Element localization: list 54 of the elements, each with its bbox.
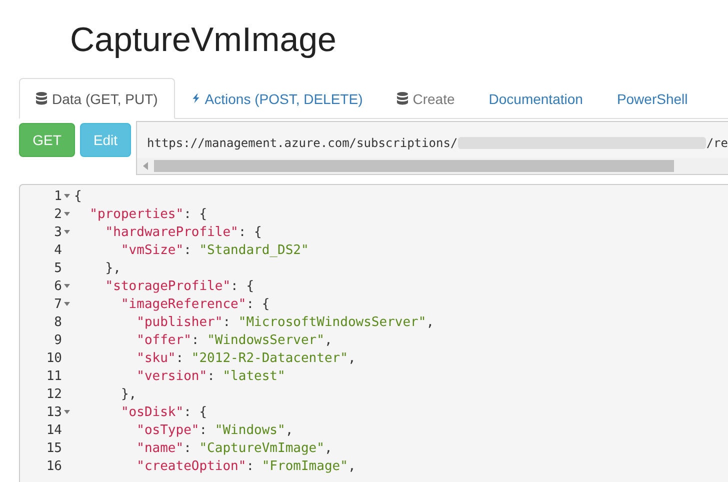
database-icon [396, 92, 408, 105]
code-line: "createOption": "FromImage", [136, 458, 356, 474]
database-icon [36, 92, 47, 105]
line-number: 9 [54, 332, 62, 348]
fold-caret-icon[interactable] [64, 284, 70, 288]
line-number: 7 [54, 296, 62, 312]
fold-caret-icon[interactable] [64, 194, 70, 198]
code-line: "vmSize": "Standard_DS2" [120, 242, 309, 258]
line-number: 5 [54, 260, 62, 276]
code-line: "osDisk": { [120, 404, 208, 420]
code-line: "osType": "Windows", [136, 422, 294, 438]
code-line: }, [120, 386, 137, 402]
code-line: "storageProfile": { [104, 278, 254, 294]
code-editor[interactable] [19, 184, 728, 482]
url-field[interactable]: https://management.azure.com/subscriptions/ /re [136, 121, 728, 175]
code-line: }, [104, 260, 121, 276]
line-number: 11 [46, 368, 62, 384]
line-number: 12 [46, 386, 62, 402]
link-tab[interactable]: PowerShell [600, 78, 705, 119]
horizontal-scrollbar[interactable] [137, 158, 728, 174]
code-line: "imageReference": { [120, 296, 270, 312]
code-line: "sku": "2012-R2-Datacenter", [136, 350, 356, 366]
line-number: 4 [54, 242, 62, 258]
line-number: 2 [54, 206, 62, 222]
url-text: https://management.azure.com/subscriptions/ [147, 136, 458, 150]
code-line: { [73, 188, 82, 204]
lightning-bolt-icon [192, 92, 200, 105]
line-number: 3 [54, 224, 62, 240]
fold-caret-icon[interactable] [64, 410, 70, 414]
code-line: "publisher": "MicrosoftWindowsServer", [136, 314, 434, 330]
line-number: 10 [46, 350, 62, 366]
get-button[interactable]: GET [19, 123, 75, 157]
code-line: "offer": "WindowsServer", [136, 332, 332, 348]
code-line: "hardwareProfile": { [104, 224, 262, 240]
line-number: 14 [46, 422, 62, 438]
line-number: 8 [54, 314, 62, 330]
fold-caret-icon[interactable] [64, 230, 70, 234]
line-number: 16 [46, 458, 62, 474]
scrollbar-thumb[interactable] [154, 160, 674, 172]
code-line: "properties": { [88, 206, 208, 222]
page-title: CaptureVmImage [69, 20, 338, 61]
tab[interactable]: Actions (POST, DELETE) [174, 78, 380, 119]
code-line: "version": "latest" [136, 368, 286, 384]
line-number: 1 [54, 188, 62, 204]
fold-caret-icon[interactable] [64, 302, 70, 306]
link-tab[interactable]: Documentation [472, 78, 600, 119]
scroll-left-icon[interactable] [143, 162, 148, 170]
fold-caret-icon[interactable] [64, 212, 70, 216]
url-text: /re [706, 136, 728, 150]
line-number: 6 [54, 278, 62, 294]
line-number: 13 [46, 404, 62, 420]
code-line: "name": "CaptureVmImage", [136, 440, 332, 456]
line-number: 15 [46, 440, 62, 456]
tab[interactable]: Data (GET, PUT) [19, 78, 175, 119]
